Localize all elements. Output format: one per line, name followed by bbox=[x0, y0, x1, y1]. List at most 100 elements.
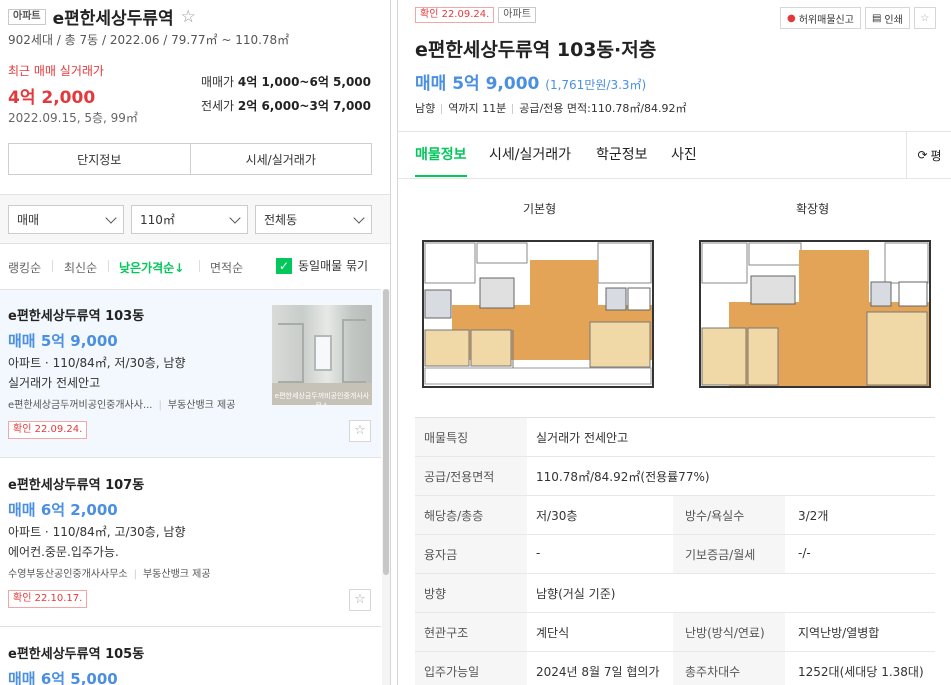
scrollbar-thumb[interactable] bbox=[383, 289, 389, 575]
chevron-down-icon bbox=[229, 211, 241, 224]
area-select[interactable]: 110㎡ bbox=[131, 205, 248, 234]
complex-type-tag: 아파트 bbox=[8, 8, 46, 25]
sort-area[interactable]: 면적순 bbox=[210, 259, 243, 276]
listing-price: 매매 5억 9,000 bbox=[8, 332, 118, 350]
pyeong-toggle-button[interactable]: ⟳ 평 bbox=[906, 132, 951, 178]
pyeong-label: 평 bbox=[930, 148, 942, 163]
star-icon[interactable]: ☆ bbox=[181, 7, 196, 27]
photo-window bbox=[314, 335, 332, 371]
complex-tab-buttons: 단지정보 시세/실거래가 bbox=[8, 143, 372, 175]
listing-title: e편한세상두류역 107동 bbox=[8, 478, 145, 493]
tab-school-info[interactable]: 학군정보 bbox=[596, 144, 648, 164]
row-value-2: -/- bbox=[798, 546, 811, 560]
row-key: 방향 bbox=[415, 574, 527, 612]
sale-label: 매매가 bbox=[200, 75, 235, 89]
list-scrollbar[interactable] bbox=[382, 289, 390, 685]
sort-newest[interactable]: 최신순 bbox=[64, 259, 97, 276]
listing-agent: 수영부동산공인중개사사무소 | 부동산뱅크 제공 bbox=[8, 569, 211, 580]
floorplan-basic-image[interactable] bbox=[422, 240, 654, 388]
dong-select[interactable]: 전체동 bbox=[255, 205, 372, 234]
tab-photos[interactable]: 사진 bbox=[671, 144, 697, 164]
detail-price: 매매 5억 9,000 (1,761만원/3.3㎡) bbox=[415, 69, 646, 94]
detail-panel: 확인 22.09.24. 아파트 ● 허위매물신고 ▤ 인쇄 ☆ e편한세상두류역 … bbox=[397, 0, 951, 685]
row-value-2: 3/2개 bbox=[798, 509, 829, 523]
listing-spec: 아파트 · 110/84㎡, 고/30층, 남향 bbox=[8, 525, 186, 539]
row-value: 계단식 bbox=[536, 626, 570, 640]
trade-type-select[interactable]: 매매 bbox=[8, 205, 124, 234]
tab-price-history[interactable]: 시세/실거래가 bbox=[489, 144, 571, 164]
confirm-badge: 확인 22.10.17. bbox=[8, 590, 88, 608]
row-value: 남향(거실 기준) bbox=[536, 587, 616, 601]
row-value: 저/30층 bbox=[536, 509, 578, 523]
divider bbox=[512, 104, 514, 114]
listing-title: e편한세상두류역 103동 bbox=[8, 309, 145, 324]
row-key: 매물특징 bbox=[415, 418, 527, 456]
row-key: 공급/전용면적 bbox=[415, 457, 527, 495]
recent-trade-price: 4억 2,000 bbox=[8, 88, 96, 108]
complex-name: e편한세상두류역 bbox=[52, 9, 174, 29]
confirm-badge: 확인 22.09.24. bbox=[415, 7, 495, 23]
area-value: 110㎡ bbox=[140, 213, 175, 227]
listing-item[interactable]: e편한세상두류역 107동 매매 6억 2,000 아파트 · 110/84㎡,… bbox=[0, 459, 381, 627]
table-row: 입주가능일 2024년 8월 7일 협의가 총주차대수 1252대(세대당 1.… bbox=[415, 652, 935, 685]
sale-price-range: 매매가 4억 1,000~6억 5,000 bbox=[201, 73, 371, 90]
property-type-tag: 아파트 bbox=[498, 7, 536, 23]
floorplan-extended-label: 확장형 bbox=[796, 202, 830, 216]
table-row: 융자금 - 기보증금/월세 -/- bbox=[415, 535, 935, 574]
row-key: 현관구조 bbox=[415, 613, 527, 651]
agent-name: e편한세상금두꺼비공인중개사사... bbox=[8, 400, 153, 411]
detail-title: e편한세상두류역 103동·저층 bbox=[415, 39, 657, 61]
jeonse-range: 2억 6,000~3억 7,000 bbox=[237, 99, 371, 113]
detail-tabs: 매물정보 시세/실거래가 학군정보 사진 ⟳ 평 bbox=[398, 131, 951, 179]
chevron-down-icon bbox=[105, 211, 117, 224]
jeonse-label: 전세가 bbox=[200, 99, 235, 113]
row-key: 입주가능일 bbox=[415, 652, 527, 685]
report-button[interactable]: ● 허위매물신고 bbox=[780, 7, 861, 29]
floorplan-basic-label: 기본형 bbox=[523, 202, 557, 216]
floorplan-extended-image[interactable] bbox=[699, 240, 931, 388]
row-value: - bbox=[536, 546, 541, 560]
print-button[interactable]: ▤ 인쇄 bbox=[864, 7, 910, 29]
listing-desc: 에어컨.중문.입주가능. bbox=[8, 545, 119, 559]
group-same-label: 동일매물 묶기 bbox=[298, 259, 369, 273]
row-key-2: 방수/욕실수 bbox=[673, 496, 785, 534]
complex-info-button[interactable]: 단지정보 bbox=[9, 144, 190, 174]
listing-price: 매매 6억 5,000 bbox=[8, 670, 118, 685]
listing-item[interactable]: e편한세상두류역 103동 매매 5억 9,000 아파트 · 110/84㎡,… bbox=[0, 290, 381, 458]
listing-title: e편한세상두류역 105동 bbox=[8, 647, 145, 662]
listing-item[interactable]: e편한세상두류역 105동 매매 6억 5,000 bbox=[0, 628, 381, 685]
complex-panel: 아파트 e편한세상두류역 ☆ 902세대 / 총 7동 / 2022.06 / … bbox=[0, 0, 391, 685]
price-history-button[interactable]: 시세/실거래가 bbox=[189, 144, 372, 174]
photo-shelf bbox=[342, 319, 366, 383]
listing-spec: 아파트 · 110/84㎡, 저/30층, 남향 bbox=[8, 356, 186, 370]
listing-photo[interactable]: e편한세상금두꺼비공인중개사사무소 bbox=[272, 305, 372, 405]
jeonse-price-range: 전세가 2억 6,000~3억 7,000 bbox=[201, 97, 371, 114]
group-same-checkbox[interactable]: ✓ 동일매물 묶기 bbox=[276, 257, 368, 274]
row-value: 실거래가 전세안고 bbox=[536, 431, 629, 445]
sort-ranking[interactable]: 랭킹순 bbox=[8, 259, 41, 276]
source-label: 부동산뱅크 제공 bbox=[142, 569, 211, 580]
recent-trade-date: 2022.09.15, 5층, 99㎡ bbox=[8, 111, 138, 125]
star-icon[interactable]: ☆ bbox=[349, 420, 371, 442]
row-key-2: 난방(방식/연료) bbox=[673, 613, 785, 651]
trade-type-value: 매매 bbox=[17, 213, 40, 227]
siren-icon: ● bbox=[787, 12, 796, 24]
row-value-2: 지역난방/열병합 bbox=[798, 626, 880, 640]
agent-name: 수영부동산공인중개사사무소 bbox=[8, 569, 128, 580]
detail-tags: 확인 22.09.24. 아파트 bbox=[415, 7, 536, 23]
row-value: 110.78㎡/84.92㎡(전용률77%) bbox=[536, 470, 710, 484]
table-row: 매물특징 실거래가 전세안고 bbox=[415, 418, 935, 457]
direction: 남향 bbox=[415, 102, 436, 115]
star-icon[interactable]: ☆ bbox=[349, 589, 371, 611]
listing-price: 매매 6억 2,000 bbox=[8, 501, 118, 519]
table-row: 공급/전용면적 110.78㎡/84.92㎡(전용률77%) bbox=[415, 457, 935, 496]
sort-low-price[interactable]: 낮은가격순↓ bbox=[119, 259, 184, 276]
row-key: 융자금 bbox=[415, 535, 527, 573]
app-root: 아파트 e편한세상두류역 ☆ 902세대 / 총 7동 / 2022.06 / … bbox=[0, 0, 951, 685]
star-icon[interactable]: ☆ bbox=[913, 7, 936, 29]
detail-price-value: 매매 5억 9,000 bbox=[415, 74, 540, 94]
row-key: 해당층/총층 bbox=[415, 496, 527, 534]
sale-range: 4억 1,000~6억 5,000 bbox=[237, 75, 371, 89]
tab-listing-info[interactable]: 매물정보 bbox=[415, 144, 467, 177]
sort-bar: 랭킹순 최신순 낮은가격순↓ 면적순 ✓ 동일매물 묶기 bbox=[0, 250, 390, 282]
